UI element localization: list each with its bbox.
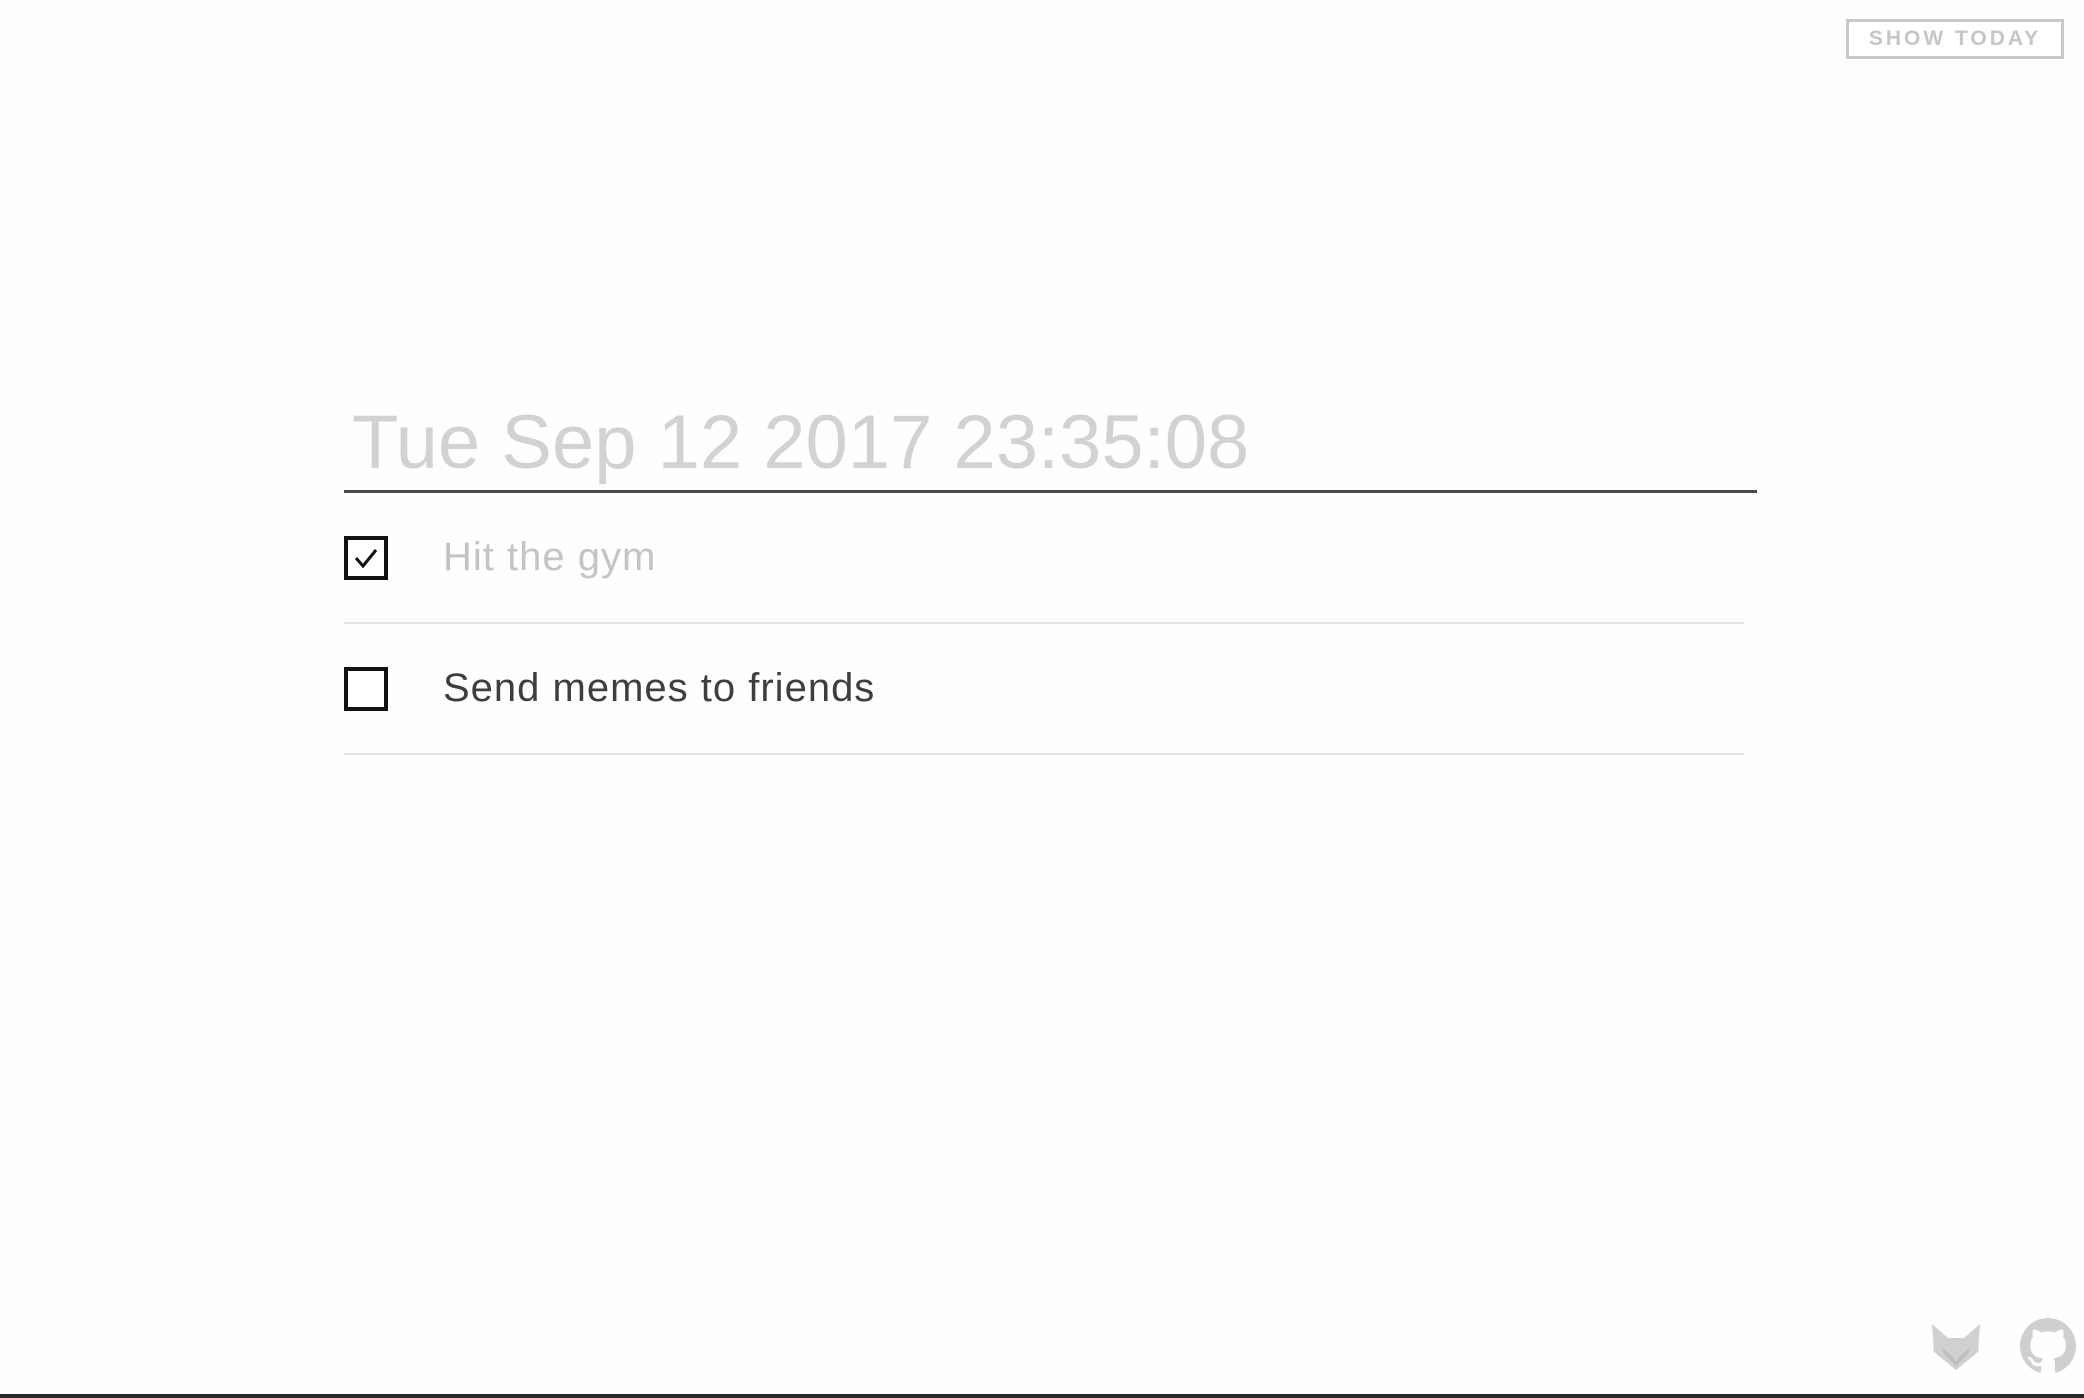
github-link[interactable] bbox=[2020, 1318, 2076, 1374]
checkmark-icon bbox=[354, 548, 378, 568]
fox-icon bbox=[1932, 1324, 1980, 1370]
main-content: Hit the gym Send memes to friends bbox=[344, 395, 1757, 755]
app-root: SHOW TODAY Hit the gym Send memes to fri… bbox=[0, 0, 2084, 1398]
todo-list: Hit the gym Send memes to friends bbox=[344, 493, 1744, 755]
github-icon bbox=[2020, 1318, 2076, 1373]
todo-text[interactable]: Send memes to friends bbox=[443, 666, 875, 711]
todo-text[interactable]: Hit the gym bbox=[443, 535, 656, 580]
todo-checkbox-unchecked[interactable] bbox=[344, 666, 388, 711]
todo-item: Send memes to friends bbox=[344, 624, 1744, 755]
fox-link[interactable] bbox=[1928, 1318, 1984, 1374]
todo-item: Hit the gym bbox=[344, 493, 1744, 624]
show-today-button[interactable]: SHOW TODAY bbox=[1846, 19, 2064, 59]
todo-checkbox-checked[interactable] bbox=[344, 535, 388, 580]
footer-links bbox=[1928, 1318, 2076, 1374]
title-input[interactable] bbox=[344, 395, 1757, 493]
window-bottom-edge bbox=[0, 1394, 2084, 1398]
